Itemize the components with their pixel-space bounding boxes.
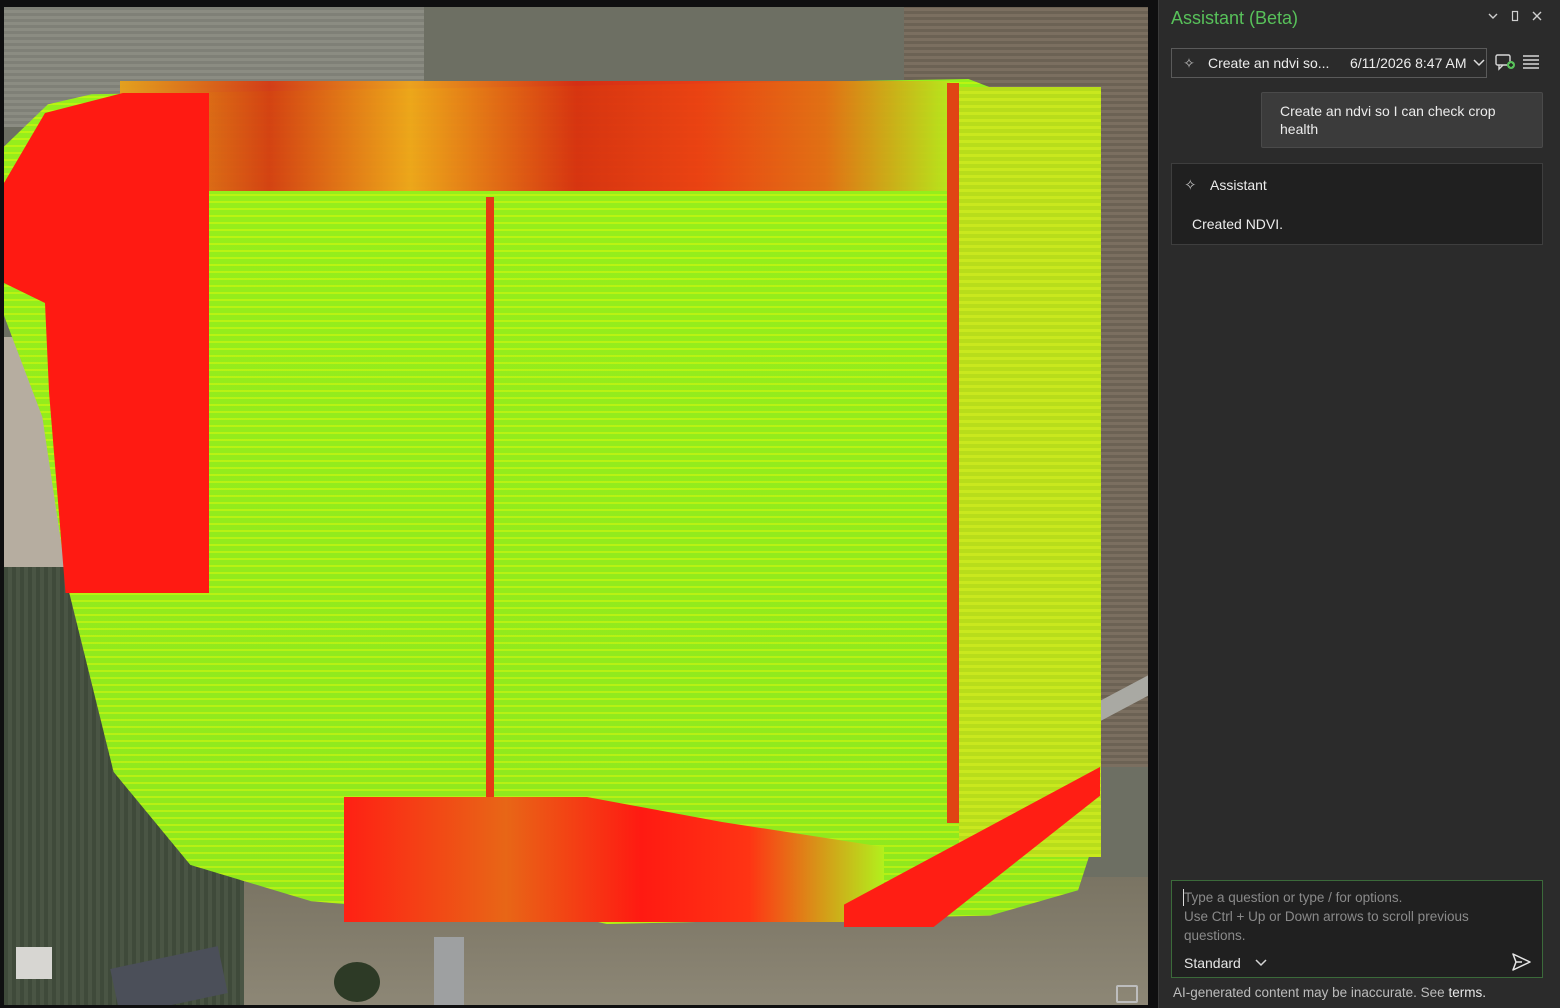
- mode-dropdown[interactable]: Standard: [1184, 955, 1267, 971]
- close-icon[interactable]: [1529, 10, 1545, 26]
- disclaimer-see: See: [1420, 985, 1445, 1000]
- session-datetime: 6/11/2026 8:47 AM: [1350, 55, 1467, 71]
- assistant-header: ✧ Assistant: [1184, 176, 1267, 194]
- menu-icon[interactable]: [1519, 50, 1543, 74]
- input-placeholder: Type a question or type / for options. U…: [1184, 888, 1524, 945]
- send-icon[interactable]: [1510, 951, 1532, 973]
- basemap-building: [434, 937, 464, 1005]
- assistant-message: Created NDVI.: [1192, 216, 1284, 232]
- sparkle-icon: ✧: [1184, 177, 1197, 194]
- mode-label: Standard: [1184, 955, 1241, 971]
- panel-title: Assistant (Beta): [1171, 8, 1299, 28]
- chevron-down-icon: [1255, 957, 1267, 970]
- question-input[interactable]: Type a question or type / for options. U…: [1171, 880, 1543, 978]
- ai-disclaimer: AI-generated content may be inaccurate. …: [1173, 985, 1486, 1000]
- new-chat-icon[interactable]: [1493, 50, 1517, 74]
- chevron-down-icon[interactable]: [1485, 10, 1501, 26]
- terms-link[interactable]: terms.: [1448, 985, 1486, 1000]
- sparkle-icon: ✧: [1183, 54, 1195, 71]
- chevron-down-icon[interactable]: [1472, 56, 1485, 70]
- session-name: Create an ndvi so...: [1208, 55, 1330, 71]
- session-selector[interactable]: ✧ Create an ndvi so... 6/11/2026 8:47 AM: [1171, 48, 1487, 78]
- ndvi-moderate-area: [959, 87, 1101, 857]
- assistant-label: Assistant: [1210, 177, 1267, 193]
- basemap-tree: [334, 962, 380, 1002]
- ndvi-row-strip: [947, 83, 959, 823]
- assistant-panel: Assistant (Beta) ✧ Create an ndvi so... …: [1158, 0, 1560, 1008]
- basemap-building: [16, 947, 52, 979]
- user-message: Create an ndvi so I can check crop healt…: [1261, 92, 1543, 148]
- restore-icon[interactable]: [1507, 10, 1523, 26]
- comment-icon[interactable]: [1116, 985, 1138, 1003]
- ndvi-row-strip: [486, 197, 494, 807]
- assistant-message-card: ✧ Assistant Created NDVI.: [1171, 163, 1543, 245]
- map-view[interactable]: [4, 7, 1148, 1005]
- ndvi-low-vigor-area: [120, 81, 950, 191]
- disclaimer-text: AI-generated content may be inaccurate.: [1173, 985, 1417, 1000]
- placeholder-line: Use Ctrl + Up or Down arrows to scroll p…: [1184, 909, 1469, 943]
- placeholder-line: Type a question or type / for options.: [1184, 890, 1403, 905]
